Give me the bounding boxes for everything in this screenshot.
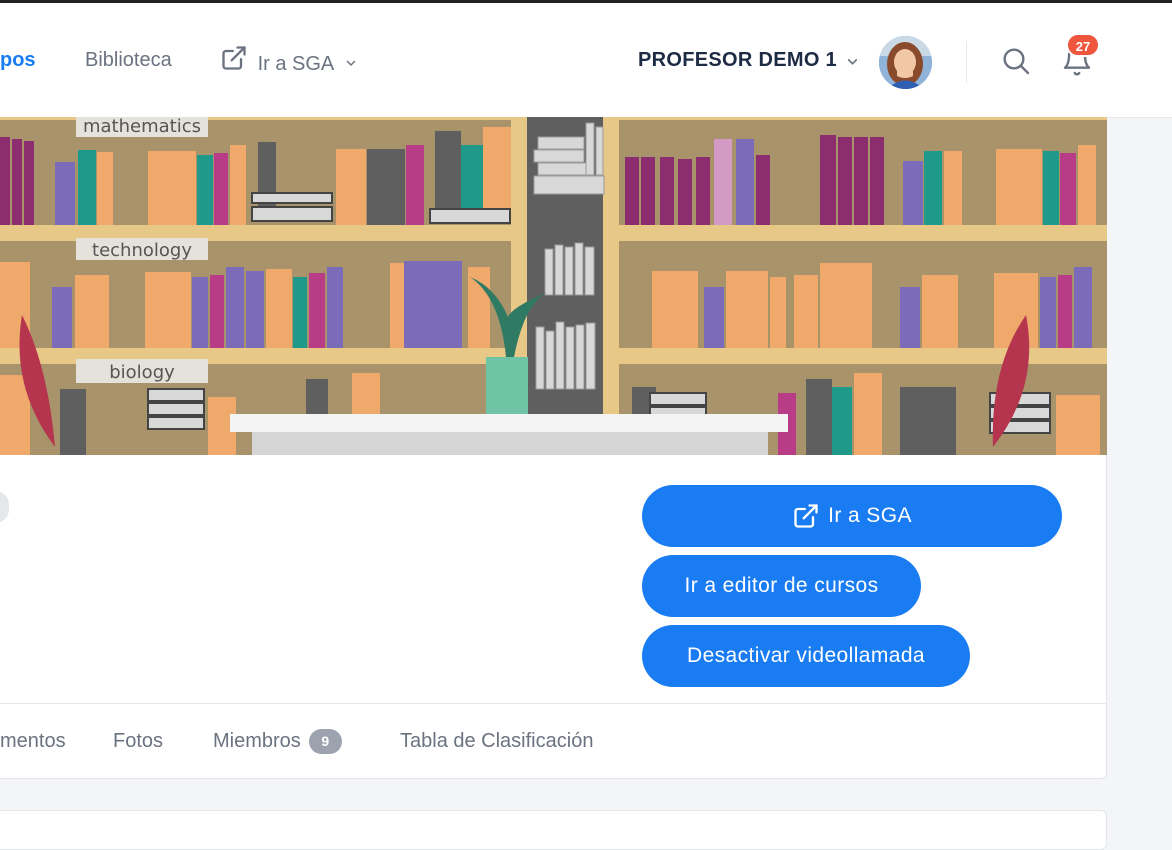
user-menu-chevron-icon[interactable] — [846, 55, 859, 68]
user-menu-name[interactable]: PROFESOR DEMO 1 — [638, 49, 837, 72]
external-link-icon — [222, 46, 246, 70]
ir-a-sga-button[interactable]: Ir a SGA — [642, 485, 1062, 547]
tabs-divider — [0, 703, 1107, 704]
cover-image: mathematics technology biology — [0, 117, 1107, 455]
external-link-icon — [794, 504, 818, 528]
tab-fotos[interactable]: Fotos — [113, 729, 163, 753]
nav-item-ir-a-sga-label: Ir a SGA — [257, 53, 334, 75]
top-navbar: pos Biblioteca Ir a SGA PROFESOR DEMO 1 … — [0, 3, 1172, 118]
notification-count-badge: 27 — [1066, 33, 1100, 57]
user-avatar[interactable] — [879, 36, 932, 89]
nav-item-grupos[interactable]: pos — [0, 49, 36, 71]
nav-item-ir-a-sga[interactable]: Ir a SGA — [220, 44, 357, 75]
tab-documentos[interactable]: mentos — [0, 729, 66, 753]
shelf-label-mathematics: mathematics — [83, 117, 201, 137]
tab-tabla-de-clasificacion[interactable]: Tabla de Clasificación — [400, 729, 593, 753]
ir-a-sga-button-label: Ir a SGA — [828, 504, 912, 527]
members-count-badge: 9 — [308, 729, 342, 755]
search-icon[interactable] — [1000, 45, 1032, 77]
tab-miembros[interactable]: Miembros 9 — [213, 729, 342, 755]
disable-videocall-button[interactable]: Desactivar videollamada — [642, 625, 970, 687]
tab-miembros-label: Miembros — [213, 730, 301, 752]
course-editor-button[interactable]: Ir a editor de cursos — [642, 555, 921, 617]
nav-item-biblioteca[interactable]: Biblioteca — [85, 49, 172, 71]
shelf-label-biology: biology — [109, 362, 175, 383]
chevron-down-icon — [346, 60, 355, 67]
shelf-label-technology: technology — [92, 240, 192, 261]
header-divider — [966, 41, 967, 83]
content-card — [0, 810, 1107, 850]
